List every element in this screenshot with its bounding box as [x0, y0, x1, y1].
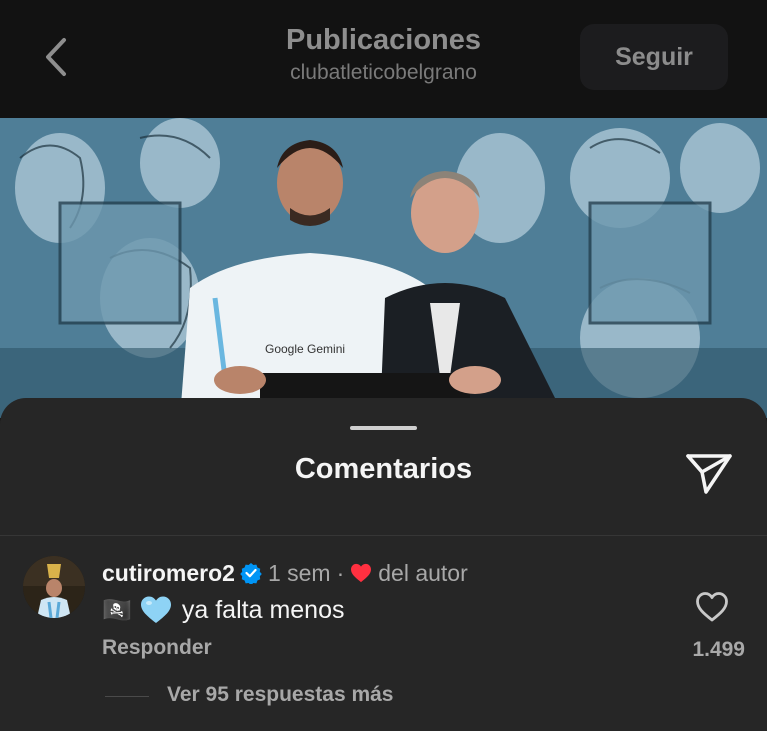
comment-body: ya falta menos: [181, 595, 345, 624]
comments-title: Comentarios: [294, 453, 473, 485]
light-blue-heart-icon: [140, 596, 171, 623]
svg-text:Google Gemini: Google Gemini: [265, 342, 345, 356]
top-bar: Publicaciones clubatleticobelgrano Segui…: [0, 0, 767, 118]
comment-header: cutiromero2 1 sem · del autor: [102, 558, 468, 588]
avatar-image: [23, 556, 85, 618]
share-button[interactable]: [684, 450, 734, 496]
like-count: 1.499: [692, 638, 745, 661]
author-like-label: del autor: [378, 559, 468, 586]
like-button[interactable]: [695, 591, 729, 623]
pirate-flag-emoji: 🏴‍☠️: [102, 596, 132, 624]
author-heart-icon: [351, 563, 372, 583]
post-photo-illustration: Google Gemini: [0, 118, 767, 418]
reply-button[interactable]: Responder: [102, 636, 212, 660]
replies-line: [105, 696, 149, 697]
separator-dot: ·: [336, 559, 345, 586]
sheet-drag-handle[interactable]: [350, 426, 417, 430]
view-replies-button[interactable]: Ver 95 respuestas más: [167, 683, 394, 707]
comment-username[interactable]: cutiromero2: [102, 560, 235, 587]
avatar[interactable]: [23, 556, 85, 618]
post-image[interactable]: Google Gemini: [0, 118, 767, 418]
comments-sheet: Comentarios cutiromero2 1 sem · del auto…: [0, 398, 767, 731]
send-icon: [686, 454, 732, 494]
heart-outline-icon: [696, 592, 728, 622]
comment-text: 🏴‍☠️ ya falta menos: [102, 592, 344, 628]
comment-time: 1 sem: [267, 559, 331, 586]
verified-badge-icon: [240, 563, 262, 584]
divider: [0, 535, 767, 536]
follow-button[interactable]: Seguir: [580, 24, 728, 90]
